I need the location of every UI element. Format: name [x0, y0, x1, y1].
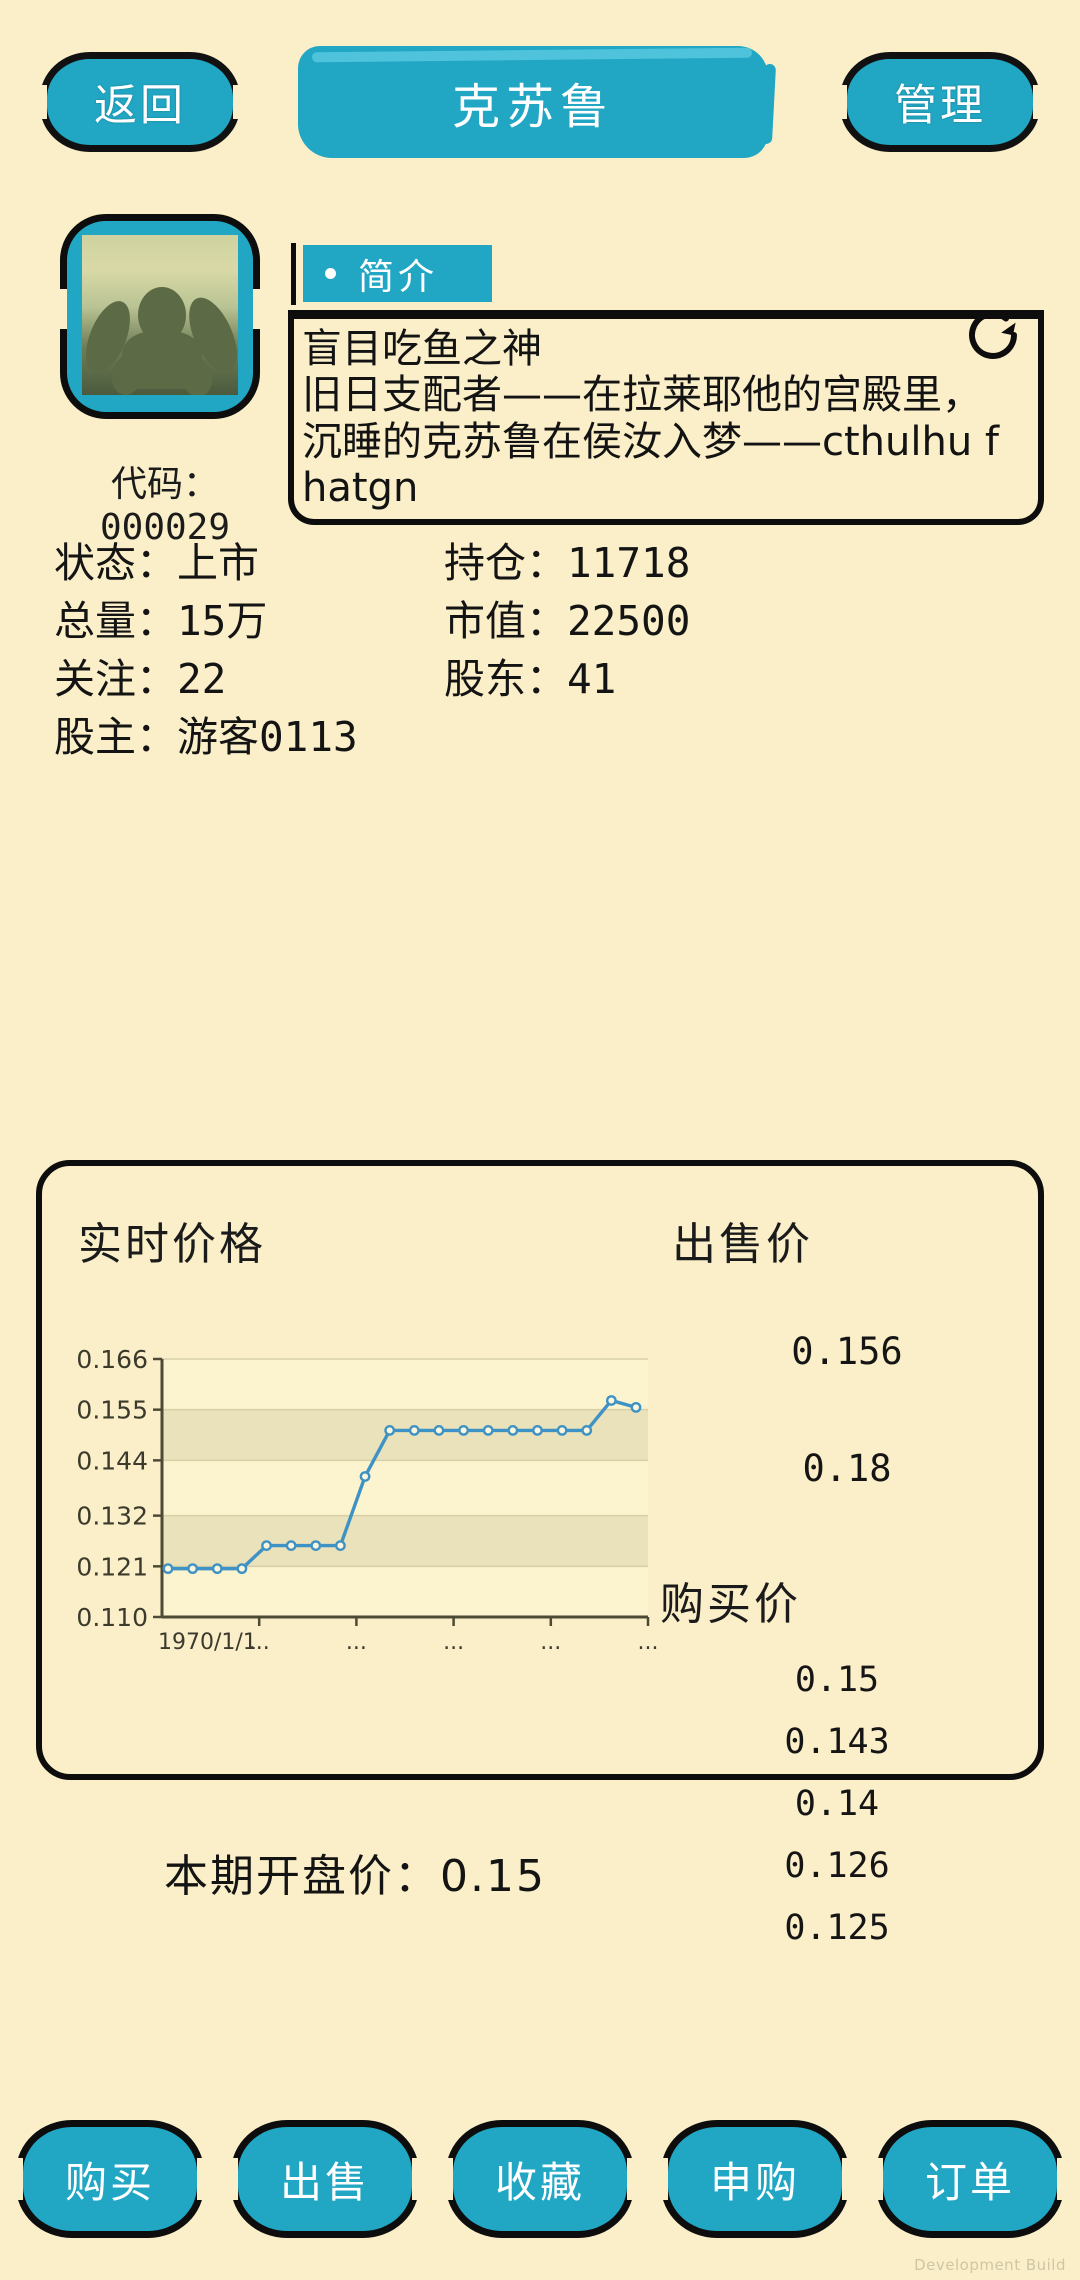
buy-price-title: 购买价 [660, 1579, 801, 1630]
price-point [458, 1425, 469, 1436]
live-price-title: 实时价格 [78, 1219, 266, 1270]
avatar[interactable] [60, 214, 260, 419]
stat-status-label: 状态： [54, 539, 177, 587]
price-point [236, 1563, 248, 1575]
price-point [482, 1425, 494, 1436]
stat-row: 状态：上市 持仓：11718 [54, 530, 1054, 588]
buy-price-item[interactable]: 0.125 [662, 1908, 1012, 1948]
stat-owner: 股主：游客0113 [54, 703, 384, 763]
subscribe-button-label: 申购 [709, 2157, 800, 2207]
y-axis-tick-label: 0.132 [76, 1502, 148, 1531]
sell-button-label: 出售 [279, 2157, 370, 2207]
price-point [285, 1540, 297, 1551]
x-axis-tick-label: ... [443, 1630, 464, 1655]
app-root: 返回 克苏鲁 管理 代码：000029 简介 盲目吃鱼之神 旧日支配者——在拉莱… [0, 0, 1080, 2280]
price-point [211, 1563, 223, 1575]
buy-price-list: 0.15 0.143 0.14 0.126 0.125 [662, 1660, 1012, 1970]
sell-price-list: 0.156 0.18 [672, 1330, 1022, 1564]
price-point [335, 1540, 346, 1551]
description-badge-label: 简介 [358, 256, 439, 298]
orders-button[interactable]: 订单 [876, 2120, 1064, 2238]
y-axis-tick-label: 0.155 [76, 1396, 148, 1425]
stat-follow-label: 关注： [54, 655, 177, 703]
price-point [384, 1425, 396, 1436]
bullet-icon [325, 268, 336, 279]
price-point [310, 1540, 322, 1551]
price-point [433, 1425, 445, 1436]
stat-market-value-label: 市值： [444, 597, 567, 645]
x-axis-tick-label: 1970/1/1 [158, 1630, 257, 1655]
stat-shareholders-value: 41 [567, 655, 617, 703]
sell-price-item[interactable]: 0.18 [672, 1447, 1022, 1490]
y-axis-tick-label: 0.166 [76, 1345, 148, 1374]
stat-market-value-value: 22500 [567, 597, 691, 645]
sell-button[interactable]: 出售 [231, 2120, 419, 2238]
stat-owner-value: 游客0113 [177, 713, 358, 761]
buy-button-label: 购买 [64, 2157, 155, 2207]
stat-shareholders-label: 股东： [444, 655, 567, 703]
development-build-watermark: Development Build [914, 2256, 1066, 2274]
stat-shareholders: 股东：41 [444, 645, 774, 705]
favorite-button-label: 收藏 [494, 2157, 585, 2207]
stat-follow-value: 22 [177, 655, 227, 703]
y-axis-tick-label: 0.144 [76, 1446, 148, 1475]
stat-status: 状态：上市 [54, 529, 384, 589]
stat-market-value: 市值：22500 [444, 587, 774, 647]
stat-row: 股主：游客0113 [54, 704, 1054, 762]
price-point [187, 1563, 199, 1575]
price-point [408, 1425, 420, 1436]
page-title: 克苏鲁 [298, 46, 768, 158]
x-axis-tick-label: ... [249, 1630, 270, 1655]
buy-price-item[interactable]: 0.14 [662, 1784, 1012, 1824]
price-point [162, 1563, 174, 1575]
stat-follow: 关注：22 [54, 645, 384, 705]
manage-button[interactable]: 管理 [840, 52, 1040, 152]
action-bar: 购买 出售 收藏 申购 订单 [0, 2120, 1080, 2238]
open-price-line: 本期开盘价：0.15 [164, 1851, 546, 1902]
price-chart[interactable]: 0.110 0.121 0.132 0.144 0.155 0.166 1970/1/1..… [58, 1345, 658, 1665]
x-axis-tick-label: ... [638, 1630, 658, 1655]
back-button-label: 返回 [94, 81, 186, 131]
stats-grid: 状态：上市 持仓：11718 总量：15万 市值：22500 关注：22 股东：… [54, 530, 1054, 762]
stat-holdings: 持仓：11718 [444, 529, 774, 589]
buy-price-item[interactable]: 0.15 [662, 1660, 1012, 1700]
buy-price-item[interactable]: 0.126 [662, 1846, 1012, 1886]
price-point [581, 1425, 593, 1436]
stat-total: 总量：15万 [54, 587, 384, 647]
price-point [261, 1540, 272, 1551]
back-button[interactable]: 返回 [40, 52, 240, 152]
sell-price-title: 出售价 [672, 1219, 813, 1270]
description-tick [291, 243, 296, 305]
top-bar: 返回 克苏鲁 管理 [0, 46, 1080, 162]
stat-row: 总量：15万 市值：22500 [54, 588, 1054, 646]
buy-price-item[interactable]: 0.143 [662, 1722, 1012, 1762]
price-point [605, 1395, 617, 1406]
price-point [507, 1425, 519, 1436]
stat-owner-label: 股主： [54, 713, 177, 761]
buy-button[interactable]: 购买 [16, 2120, 204, 2238]
x-axis-tick-label: ... [540, 1630, 561, 1655]
y-axis-tick-label: 0.110 [76, 1603, 148, 1632]
stat-holdings-label: 持仓： [444, 539, 567, 587]
price-point [359, 1471, 371, 1482]
favorite-button[interactable]: 收藏 [446, 2120, 634, 2238]
stat-total-value: 15万 [177, 597, 268, 645]
stat-status-value: 上市 [177, 539, 259, 587]
price-point [532, 1425, 543, 1436]
stat-total-label: 总量： [54, 597, 177, 645]
description-text: 盲目吃鱼之神 旧日支配者——在拉莱耶他的宫殿里，沉睡的克苏鲁在侯汝入梦——cth… [302, 326, 999, 512]
stat-holdings-value: 11718 [567, 539, 691, 587]
y-axis-tick-label: 0.121 [76, 1552, 148, 1581]
sell-price-item[interactable]: 0.156 [672, 1330, 1022, 1373]
x-axis-tick-label: ... [346, 1630, 367, 1655]
manage-button-label: 管理 [894, 81, 986, 131]
stat-row: 关注：22 股东：41 [54, 646, 1054, 704]
description-badge: 简介 [303, 245, 492, 302]
avatar-image [82, 235, 238, 395]
page-title-label: 克苏鲁 [451, 79, 614, 135]
orders-button-label: 订单 [924, 2157, 1015, 2207]
subscribe-button[interactable]: 申购 [661, 2120, 849, 2238]
price-point [556, 1425, 568, 1436]
price-point [630, 1401, 642, 1413]
